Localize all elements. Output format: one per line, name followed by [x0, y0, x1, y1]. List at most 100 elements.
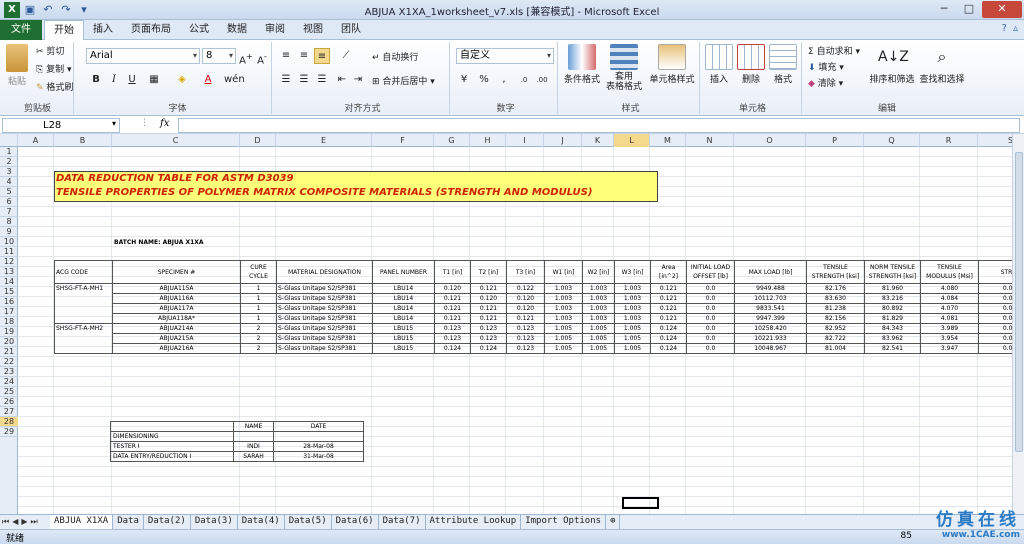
ribbon-tab[interactable]: 公式 — [180, 20, 218, 40]
table-cell[interactable]: 0.121 — [434, 293, 471, 304]
table-cell[interactable]: 0.0 — [686, 303, 735, 314]
chevron-down-icon[interactable]: ▾ — [112, 119, 116, 128]
dim-header-cell[interactable]: DATE — [273, 421, 364, 432]
table-cell[interactable]: 2 — [240, 343, 277, 354]
table-cell[interactable]: 2 — [240, 333, 277, 344]
dim-cell[interactable] — [273, 431, 364, 442]
row-header[interactable]: 26 — [0, 397, 18, 407]
formula-input[interactable] — [178, 118, 1020, 133]
row-header[interactable]: 9 — [0, 227, 18, 237]
table-cell[interactable]: 1.003 — [582, 313, 615, 324]
fill-color-icon[interactable]: ◈ — [174, 72, 190, 88]
table-cell[interactable]: 9949.488 — [734, 283, 807, 294]
table-cell[interactable]: 0.120 — [470, 293, 507, 304]
sheet-tab[interactable]: Data — [113, 515, 144, 529]
column-header[interactable]: R — [920, 134, 978, 147]
dim-cell[interactable]: DIMENSIONING — [110, 431, 234, 442]
next-sheet-icon[interactable]: ▶ — [21, 517, 27, 527]
table-cell[interactable]: 4.081 — [920, 313, 979, 324]
select-all-corner[interactable] — [0, 134, 18, 147]
row-header[interactable]: 15 — [0, 287, 18, 297]
table-cell[interactable]: 0.0 — [686, 313, 735, 324]
align-center-icon[interactable]: ☰ — [296, 72, 312, 88]
vertical-scrollbar[interactable] — [1012, 134, 1024, 514]
row-header[interactable]: 17 — [0, 307, 18, 317]
dim-cell[interactable]: DATA ENTRY/REDUCTION I — [110, 451, 234, 462]
minimize-button[interactable]: ─ — [932, 1, 956, 18]
row-header[interactable]: 19 — [0, 327, 18, 337]
prev-sheet-icon[interactable]: ◀ — [12, 517, 18, 527]
column-header[interactable]: E — [276, 134, 372, 147]
table-cell[interactable]: 10221.933 — [734, 333, 807, 344]
column-header[interactable]: H — [470, 134, 506, 147]
table-header-cell[interactable]: PANEL NUMBER — [372, 260, 435, 284]
table-cell[interactable]: 2 — [240, 323, 277, 334]
fill-button[interactable]: ⬇ 填充 ▾ — [808, 60, 844, 73]
table-cell[interactable]: 3.989 — [920, 323, 979, 334]
row-header[interactable]: 18 — [0, 317, 18, 327]
row-header[interactable]: 7 — [0, 207, 18, 217]
table-cell[interactable]: 1 — [240, 313, 277, 324]
table-cell[interactable]: 0.0 — [686, 323, 735, 334]
ribbon-minimize-icon[interactable]: ▵ — [1013, 23, 1018, 34]
sheet-tab[interactable]: Data(6) — [332, 515, 379, 529]
table-cell[interactable]: LBU14 — [372, 283, 435, 294]
table-cell[interactable]: 1.003 — [614, 313, 651, 324]
table-cell[interactable]: 1.005 — [614, 333, 651, 344]
table-header-cell[interactable]: W3 [in] — [614, 260, 651, 284]
table-header-cell[interactable]: W2 [in] — [582, 260, 615, 284]
table-cell[interactable]: 0.124 — [650, 323, 687, 334]
table-cell[interactable]: 82.541 — [864, 343, 921, 354]
wrap-text-button[interactable]: ↵ 自动换行 — [372, 50, 418, 63]
table-cell[interactable]: 83.962 — [864, 333, 921, 344]
table-cell[interactable]: 1.003 — [582, 283, 615, 294]
border-icon[interactable]: ▦ — [146, 72, 162, 88]
table-cell[interactable]: 83.630 — [806, 293, 865, 304]
table-cell[interactable]: 0.123 — [470, 333, 507, 344]
table-cell[interactable]: 0.121 — [470, 283, 507, 294]
table-cell[interactable]: 3.947 — [920, 343, 979, 354]
last-sheet-icon[interactable]: ⏭ — [31, 517, 38, 527]
table-cell[interactable]: 0.123 — [470, 323, 507, 334]
row-header[interactable]: 3 — [0, 167, 18, 177]
autosum-button[interactable]: Σ 自动求和 ▾ — [808, 44, 860, 57]
table-cell[interactable]: 0.123 — [434, 333, 471, 344]
sheet-tab[interactable]: Import Options — [521, 515, 607, 529]
help-icon[interactable]: ? — [1002, 23, 1007, 34]
table-cell[interactable]: LBU14 — [372, 303, 435, 314]
table-header-cell[interactable]: NORM TENSILE STRENGTH [ksi] — [864, 260, 921, 284]
row-header[interactable]: 25 — [0, 387, 18, 397]
sheet-tab[interactable]: Data(5) — [285, 515, 332, 529]
table-header-cell[interactable]: CURE CYCLE — [240, 260, 277, 284]
ribbon-tab[interactable]: 页面布局 — [122, 20, 180, 40]
table-cell[interactable]: 1.003 — [614, 283, 651, 294]
table-cell[interactable]: 81.829 — [864, 313, 921, 324]
column-header[interactable]: Q — [864, 134, 920, 147]
table-cell[interactable]: 81.238 — [806, 303, 865, 314]
column-header[interactable]: O — [734, 134, 806, 147]
table-cell[interactable]: 0.122 — [506, 283, 545, 294]
table-header-cell[interactable]: T3 [in] — [506, 260, 545, 284]
table-cell[interactable]: 81.960 — [864, 283, 921, 294]
decrease-indent-icon[interactable]: ⇤ — [334, 72, 350, 88]
delete-cells-button[interactable]: 删除 — [736, 44, 766, 85]
table-cell[interactable]: LBU15 — [372, 333, 435, 344]
align-top-icon[interactable]: ≡ — [278, 48, 294, 64]
table-cell[interactable]: 1.003 — [544, 293, 583, 304]
conditional-format-button[interactable]: 条件格式 — [562, 44, 602, 85]
grow-font-icon[interactable]: A+ — [238, 48, 254, 66]
table-cell[interactable]: 9833.541 — [734, 303, 807, 314]
table-cell[interactable]: 1 — [240, 303, 277, 314]
table-cell[interactable]: 84.343 — [864, 323, 921, 334]
table-cell[interactable]: 0.121 — [434, 303, 471, 314]
row-header[interactable]: 16 — [0, 297, 18, 307]
first-sheet-icon[interactable]: ⏮ — [2, 517, 9, 527]
table-header-cell[interactable]: T2 [in] — [470, 260, 507, 284]
clear-button[interactable]: ◆ 清除 ▾ — [808, 76, 843, 89]
table-header-cell[interactable]: W1 [in] — [544, 260, 583, 284]
table-cell[interactable]: ABJUA215A — [112, 333, 241, 344]
table-cell[interactable]: 80.892 — [864, 303, 921, 314]
column-header[interactable]: K — [582, 134, 614, 147]
row-header[interactable]: 8 — [0, 217, 18, 227]
table-cell[interactable]: ABJUA118A* — [112, 313, 241, 324]
